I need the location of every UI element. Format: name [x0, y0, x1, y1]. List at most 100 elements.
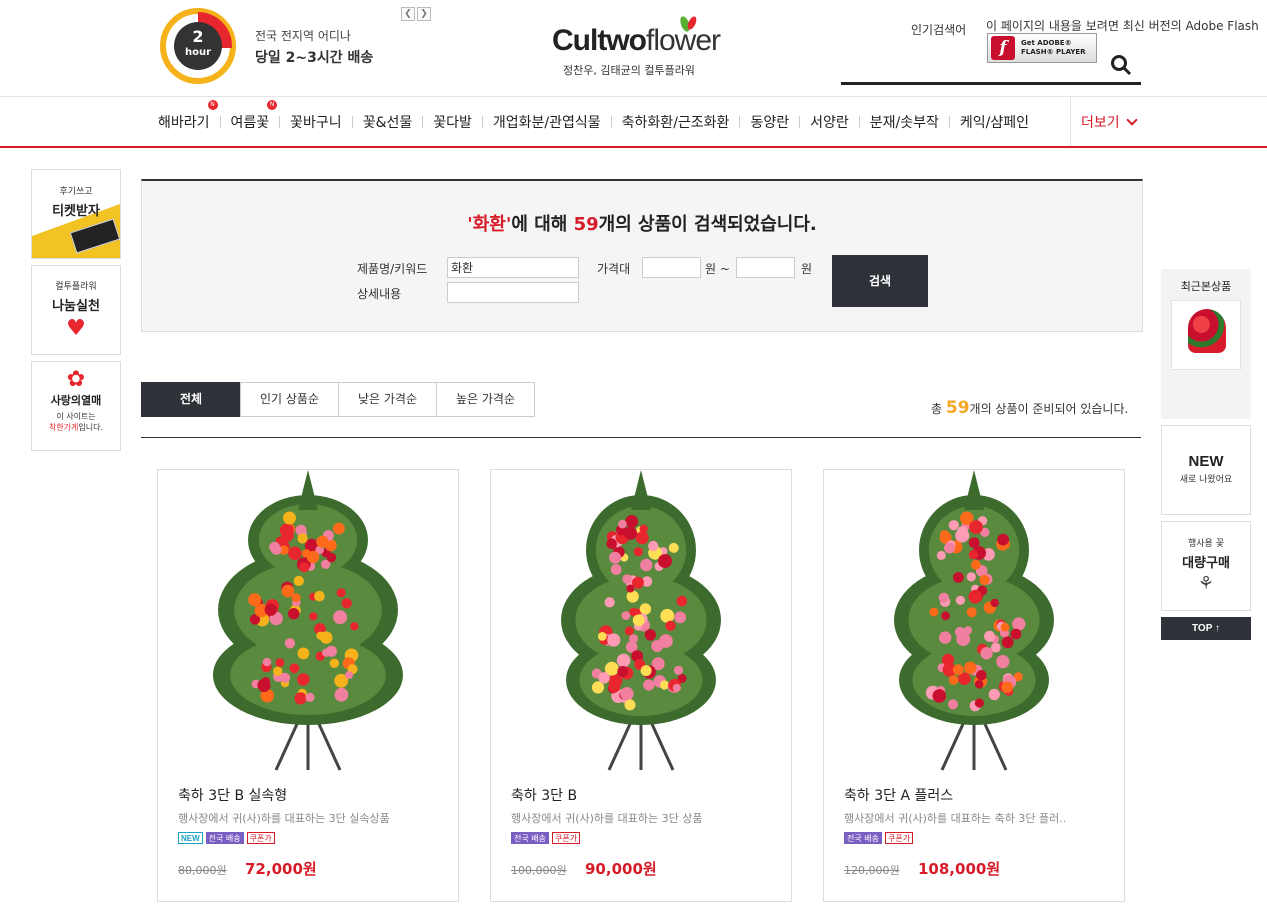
site-logo[interactable]: Cultwoflower [552, 16, 721, 58]
bulk-order-button[interactable]: 행사용 꽃 대량구매 ⚘ [1161, 521, 1251, 611]
original-price: 80,000원 [178, 864, 227, 877]
product-name[interactable]: 축하 3단 B [511, 785, 577, 805]
more-label: 더보기 [1081, 114, 1120, 131]
min-price-input[interactable] [642, 257, 701, 278]
promo-slider-controls: ❮ ❯ [401, 7, 431, 21]
nav-item[interactable]: 동양란 [740, 112, 799, 132]
nav-item[interactable]: 서양란 [800, 112, 859, 132]
product-card[interactable]: 축하 3단 B 실속형 행사장에서 귀(사)하를 대표하는 3단 실속상품 NEW 전… [157, 469, 459, 902]
search-result-panel: '화환'에 대해 59개의 상품이 검색되었습니다. 제품명/키워드 가격대 원… [141, 179, 1143, 332]
nav-item[interactable]: 케익/샴페인 [950, 112, 1039, 132]
detail-input[interactable] [447, 282, 579, 303]
keyword-input[interactable] [447, 257, 579, 278]
total-suffix: 개의 상품이 준비되어 있습니다. [969, 402, 1129, 416]
won-tilde-label: 원 ~ [705, 262, 730, 276]
nav-item-label: 꽃&선물 [362, 114, 413, 131]
prev-arrow-icon[interactable]: ❮ [401, 7, 415, 21]
nav-item[interactable]: 분재/솟부작 [860, 112, 949, 132]
coupon-tag: 쿠폰가 [551, 832, 581, 844]
scroll-top-button[interactable]: TOP ↑ [1161, 617, 1251, 640]
product-tags: 전국 배송 쿠폰가 [844, 832, 914, 844]
new-products-button[interactable]: NEW 새로 나왔어요 [1161, 425, 1251, 515]
product-image[interactable] [824, 470, 1124, 772]
two-hour-clock-icon[interactable]: 2 hour [160, 8, 236, 84]
product-description: 행사장에서 귀(사)하를 대표하는 3단 상품 [511, 812, 703, 825]
detail-label: 상세내용 [357, 287, 402, 301]
sort-tab[interactable]: 낮은 가격순 [338, 382, 437, 417]
recently-viewed-title: 최근본상품 [1180, 280, 1232, 293]
love-fruit-banner[interactable]: ✿ 사랑의열매 이 사이트는 착한가게입니다. [31, 361, 121, 451]
original-price: 100,000원 [511, 864, 567, 877]
total-prefix: 총 [931, 402, 946, 416]
good-store-highlight: 착한가게 [48, 423, 79, 432]
nav-item[interactable]: 축하화환/근조화환 [612, 112, 740, 132]
love-fruit-title: 사랑의열매 [50, 394, 102, 407]
clock-number: 2 [192, 27, 204, 46]
nav-item-label: 케익/샴페인 [959, 114, 1029, 131]
nav-item-label: 축하화환/근조화환 [621, 114, 730, 131]
bulk-title: 대량구매 [1182, 556, 1230, 571]
search-input-underline[interactable] [841, 82, 1141, 85]
search-submit-button[interactable]: 검색 [832, 255, 928, 307]
new-title: NEW [1188, 453, 1224, 470]
recent-product-thumbnail[interactable] [1171, 300, 1241, 370]
product-image[interactable] [491, 470, 791, 772]
sale-price: 90,000원 [585, 860, 657, 878]
get-flash-player-button[interactable]: f Get ADOBE® FLASH® PLAYER [987, 33, 1097, 63]
flash-required-message: 이 페이지의 내용을 보려면 최신 버전의 Adobe Flash [986, 19, 1259, 33]
flower-leaf-icon [680, 16, 697, 32]
main-category-nav: 해바라기 N 여름꽃 N 꽃바구니 꽃&선물 꽃다발 개업화분/관엽식물 축하화환/근조화환 동양… [0, 97, 1267, 148]
review-ticket-banner[interactable]: 후기쓰고 티켓받자 [31, 169, 121, 259]
product-card[interactable]: 축하 3단 B 행사장에서 귀(사)하를 대표하는 3단 상품전국 배송 쿠폰가 10… [490, 469, 792, 902]
logo-brand-bold: Cultwo [552, 24, 647, 57]
nav-item[interactable]: 개업화분/관엽식물 [483, 112, 611, 132]
new-tag: NEW [178, 832, 203, 844]
nav-item[interactable]: 꽃바구니 [280, 112, 352, 132]
nav-item[interactable]: 꽃&선물 [353, 112, 423, 132]
coupon-tag: 쿠폰가 [884, 832, 914, 844]
nav-item[interactable]: 해바라기 N [148, 99, 220, 132]
love-fruit-icon: ✿ [66, 367, 86, 392]
nav-items: 해바라기 N 여름꽃 N 꽃바구니 꽃&선물 꽃다발 개업화분/관엽식물 축하화환/근조화환 동양… [148, 97, 1039, 146]
shipping-tag: 전국 배송 [511, 832, 549, 844]
sort-tabs: 전체 인기 상품순 낮은 가격순 높은 가격순 [141, 382, 535, 417]
sharing-banner-small: 컬투플라워 [55, 282, 97, 292]
result-count: 59 [573, 214, 599, 235]
product-card[interactable]: 축하 3단 A 플러스 행사장에서 귀(사)하를 대표하는 축하 3단 플러.. 전… [823, 469, 1125, 902]
product-name[interactable]: 축하 3단 A 플러스 [844, 785, 953, 805]
sort-tab[interactable]: 전체 [141, 382, 241, 417]
search-result-title: '화환'에 대해 59개의 상품이 검색되었습니다. [142, 210, 1142, 236]
sharing-banner[interactable]: 컬투플라워 나눔실천 ♥ [31, 265, 121, 355]
result-keyword: '화환' [467, 214, 512, 235]
love-fruit-line1: 이 사이트는 [56, 412, 96, 421]
popular-search-label[interactable]: 인기검색어 [911, 21, 966, 38]
shipping-tag: 전국 배송 [844, 832, 882, 844]
nav-item-label: 개업화분/관엽식물 [492, 114, 601, 131]
heart-icon: ♥ [66, 316, 86, 341]
original-price: 120,000원 [844, 864, 900, 877]
max-price-input[interactable] [736, 257, 795, 278]
tulip-icon: ⚘ [1197, 573, 1215, 594]
next-arrow-icon[interactable]: ❯ [417, 7, 431, 21]
sort-tab[interactable]: 인기 상품순 [240, 382, 339, 417]
product-tags: 전국 배송 쿠폰가 [511, 832, 581, 844]
product-name[interactable]: 축하 3단 B 실속형 [178, 785, 287, 805]
new-subtitle: 새로 나왔어요 [1179, 475, 1233, 485]
sort-tab[interactable]: 높은 가격순 [436, 382, 535, 417]
won-label: 원 [801, 262, 813, 276]
product-image[interactable] [158, 470, 458, 772]
nav-item[interactable]: 꽃다발 [423, 112, 482, 132]
list-divider [141, 437, 1141, 438]
flash-badge-line1: Get ADOBE® [1021, 39, 1072, 47]
review-banner-big: 티켓받자 [52, 204, 100, 219]
coupon-tag: 쿠폰가 [246, 832, 275, 844]
total-product-count: 총 59개의 상품이 준비되어 있습니다. [931, 398, 1128, 418]
nav-item[interactable]: 여름꽃 N [221, 99, 280, 132]
love-fruit-text: 이 사이트는 착한가게입니다. [32, 411, 120, 433]
nav-item-label: 해바라기 [158, 114, 210, 131]
clock-unit: hour [184, 47, 212, 58]
nav-item-label: 꽃바구니 [290, 114, 342, 131]
more-categories-button[interactable]: 더보기 [1070, 97, 1142, 146]
search-icon[interactable] [1110, 54, 1132, 76]
new-badge: N [267, 99, 278, 110]
